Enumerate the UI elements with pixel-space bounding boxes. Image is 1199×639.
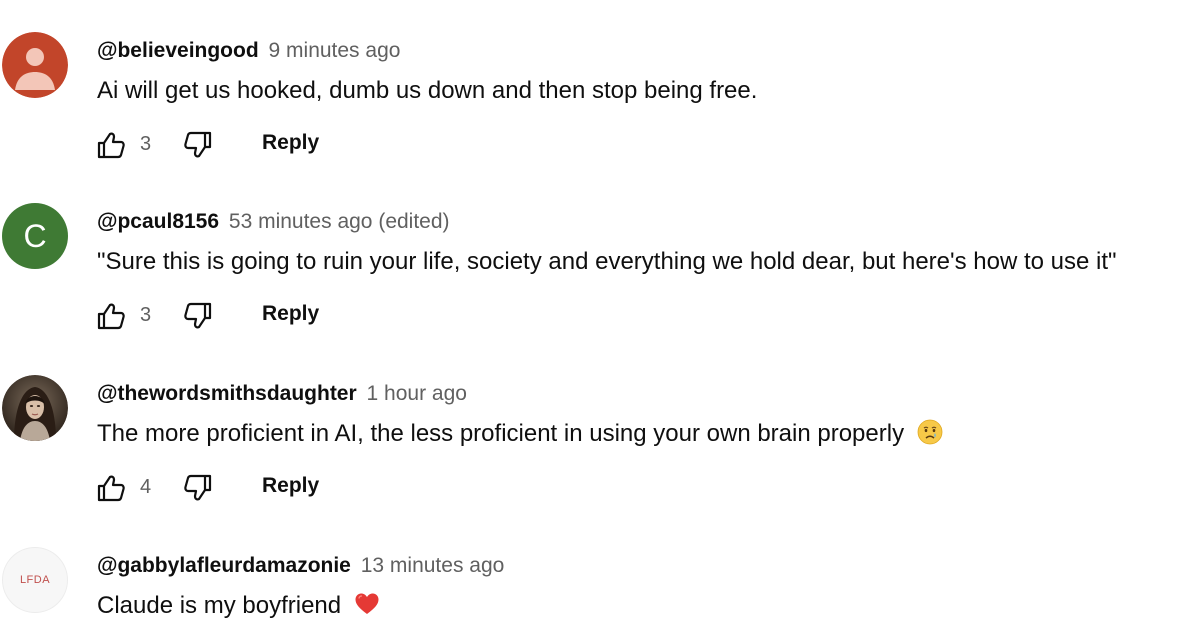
thumbs-down-icon: [184, 302, 212, 329]
comment-header: @pcaul8156 53 minutes ago (edited): [97, 209, 450, 235]
reply-button[interactable]: Reply: [262, 302, 319, 326]
like-count: 3: [140, 133, 152, 155]
avatar-logo: LFDA: [2, 547, 68, 613]
red-heart-emoji-icon: [355, 593, 379, 614]
avatar[interactable]: [2, 32, 68, 98]
thumbs-up-icon: [97, 132, 125, 159]
dislike-button[interactable]: [184, 130, 212, 160]
author-name[interactable]: @thewordsmithsdaughter: [97, 382, 357, 405]
like-button[interactable]: [97, 301, 125, 331]
default-avatar-icon: [2, 32, 68, 98]
profile-photo: [2, 375, 68, 441]
comment-text: Claude is my boyfriend: [97, 589, 380, 623]
like-count: 3: [140, 304, 152, 326]
thumbs-down-icon: [184, 131, 212, 158]
reply-button[interactable]: Reply: [262, 131, 319, 155]
thumbs-up-icon: [97, 303, 125, 330]
comment-text: The more proficient in AI, the less prof…: [97, 417, 943, 451]
thumbs-down-icon: [184, 474, 212, 501]
like-button[interactable]: [97, 473, 125, 503]
comment-actions: 3 Reply: [97, 301, 497, 333]
comment-header: @thewordsmithsdaughter 1 hour ago: [97, 381, 467, 407]
avatar[interactable]: [2, 375, 68, 441]
like-count: 4: [140, 476, 152, 498]
avatar[interactable]: C: [2, 203, 68, 269]
timestamp[interactable]: 13 minutes ago: [361, 554, 505, 577]
dislike-button[interactable]: [184, 301, 212, 331]
avatar[interactable]: LFDA: [2, 547, 68, 613]
timestamp[interactable]: 9 minutes ago: [269, 39, 401, 62]
avatar-letter: C: [23, 217, 47, 254]
comment-text-content: The more proficient in AI, the less prof…: [97, 420, 905, 447]
thumbs-up-icon: [97, 475, 125, 502]
comment-text: "Sure this is going to ruin your life, s…: [97, 248, 1117, 275]
reply-button[interactable]: Reply: [262, 474, 319, 498]
timestamp[interactable]: 1 hour ago: [367, 382, 467, 405]
comment-actions: 3 Reply: [97, 130, 497, 162]
comment-actions: 4 Reply: [97, 473, 497, 505]
like-button[interactable]: [97, 130, 125, 160]
author-name[interactable]: @believeingood: [97, 39, 259, 62]
author-name[interactable]: @pcaul8156: [97, 210, 219, 233]
author-name[interactable]: @gabbylafleurdamazonie: [97, 554, 351, 577]
dislike-button[interactable]: [184, 473, 212, 503]
timestamp[interactable]: 53 minutes ago (edited): [229, 210, 450, 233]
comment-text: Ai will get us hooked, dumb us down and …: [97, 77, 758, 104]
comment-text-content: Claude is my boyfriend: [97, 592, 342, 619]
crying-face-emoji-icon: [917, 419, 943, 445]
comment-header: @believeingood 9 minutes ago: [97, 38, 400, 64]
comment-header: @gabbylafleurdamazonie 13 minutes ago: [97, 553, 504, 579]
